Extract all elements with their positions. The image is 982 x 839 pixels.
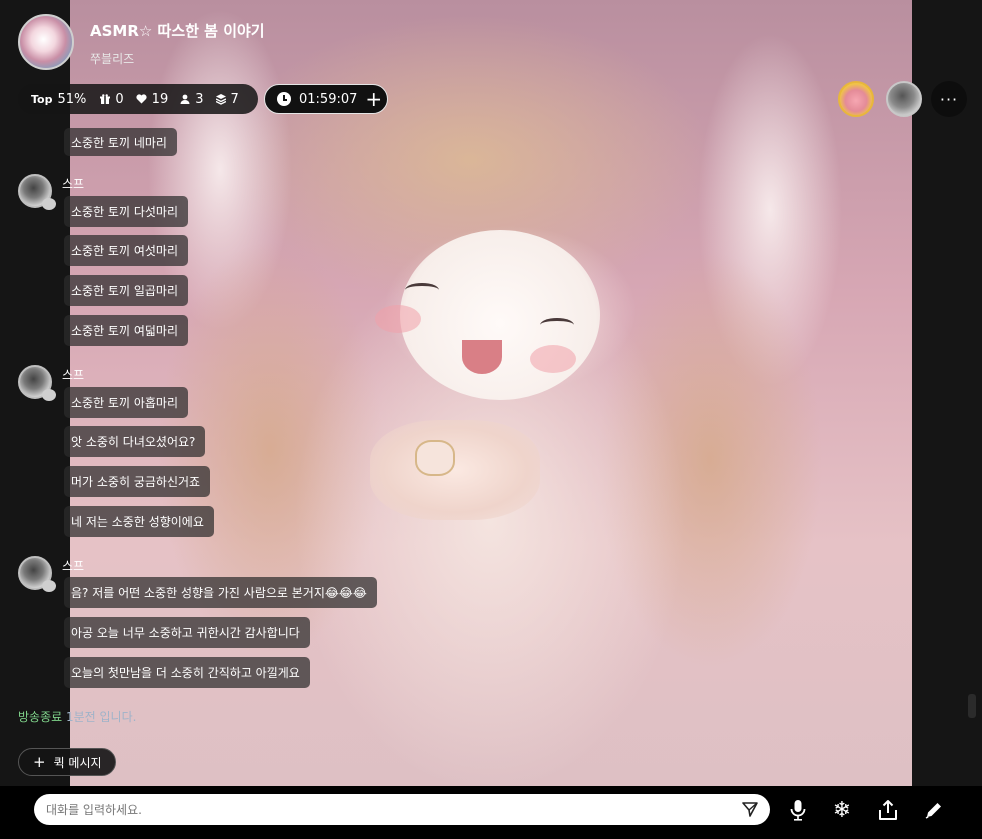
chat-bubble: 네 저는 소중한 성향이에요 (64, 506, 214, 537)
snowflake-icon: ❄ (832, 797, 852, 823)
scrollbar-thumb[interactable] (968, 694, 976, 718)
chat-user-avatar[interactable] (18, 365, 56, 401)
chat-bubble: 소중한 토끼 여덟마리 (64, 315, 188, 346)
broadcast-timer[interactable]: 01:59:07 + (264, 84, 388, 114)
chat-user-name[interactable]: 스프 (62, 557, 84, 574)
freeze-button[interactable]: ❄ (828, 796, 856, 824)
extend-time-icon[interactable]: + (365, 89, 382, 109)
quick-message-label: 퀵 메시지 (53, 755, 102, 770)
stack-count: 7 (215, 92, 239, 107)
chat-list[interactable]: 소중한 토끼 네마리 스프 소중한 토끼 다섯마리 소중한 토끼 여섯마리 소중… (0, 120, 920, 730)
more-icon: ··· (939, 89, 959, 109)
chat-bubble: 소중한 토끼 아홉마리 (64, 387, 188, 418)
chat-bubble: 소중한 토끼 네마리 (64, 128, 177, 156)
viewer-avatar[interactable] (886, 81, 922, 117)
top-percent: 51% (57, 91, 87, 107)
quick-message-button[interactable]: + 퀵 메시지 (18, 748, 116, 776)
chat-bubble: 아공 오늘 너무 소중하고 귀한시간 감사합니다 (64, 617, 310, 648)
pen-icon (925, 803, 941, 819)
top-fan-avatar[interactable] (838, 81, 874, 117)
chat-user-name[interactable]: 스프 (62, 366, 84, 383)
clock-icon (277, 92, 291, 106)
share-button[interactable] (874, 796, 902, 824)
chat-bubble: 오늘의 첫만남을 더 소중히 간직하고 아낄게요 (64, 657, 310, 688)
broadcaster-name[interactable]: 쭈블리즈 (90, 50, 134, 67)
chat-bubble: 소중한 토끼 다섯마리 (64, 196, 188, 227)
heart-icon (136, 94, 147, 104)
timer-value: 01:59:07 (299, 91, 358, 107)
top-label: Top (31, 92, 53, 106)
share-icon (879, 800, 897, 820)
more-button[interactable]: ··· (931, 81, 967, 117)
notice-text: 1분전 입니다. (62, 710, 137, 724)
stats-pill[interactable]: Top 51% 0 19 3 7 (18, 84, 258, 114)
notice-highlight: 방송종료 (18, 710, 63, 724)
chat-bubble: 앗 소중히 다녀오셨어요? (64, 426, 206, 457)
chat-bubble: 소중한 토끼 여섯마리 (64, 235, 188, 266)
chat-bubble: 소중한 토끼 일곱마리 (64, 275, 188, 306)
gift-icon (100, 94, 111, 104)
mic-button[interactable] (784, 796, 812, 824)
viewer-count: 3 (180, 92, 204, 107)
channel-avatar[interactable] (18, 14, 74, 70)
chat-bubble: 머가 소중히 궁금하신거죠 (64, 466, 211, 497)
stack-icon (215, 93, 226, 105)
pen-button[interactable] (920, 796, 948, 824)
gift-count: 0 (100, 92, 124, 107)
chat-input-container[interactable] (34, 794, 770, 825)
mic-icon (790, 800, 806, 821)
chat-user-avatar[interactable] (18, 174, 56, 210)
send-icon[interactable] (742, 801, 758, 817)
like-count: 19 (136, 92, 168, 107)
user-icon (180, 94, 190, 104)
broadcast-title: ASMR☆ 따스한 봄 이야기 (90, 22, 265, 40)
chat-user-avatar[interactable] (18, 556, 56, 592)
broadcast-header: ASMR☆ 따스한 봄 이야기 쭈블리즈 Top 51% 0 19 3 7 01… (0, 0, 982, 120)
chat-user-name[interactable]: 스프 (62, 175, 84, 192)
plus-icon: + (33, 753, 46, 771)
chat-bubble: 음? 저를 어떤 소중한 성향을 가진 사람으로 본거지😂😂😂 (64, 577, 377, 608)
chat-input[interactable] (46, 802, 726, 817)
bottom-input-bar: ❄ (0, 786, 982, 839)
broadcast-end-notice: 방송종료 1분전 입니다. (18, 708, 136, 725)
